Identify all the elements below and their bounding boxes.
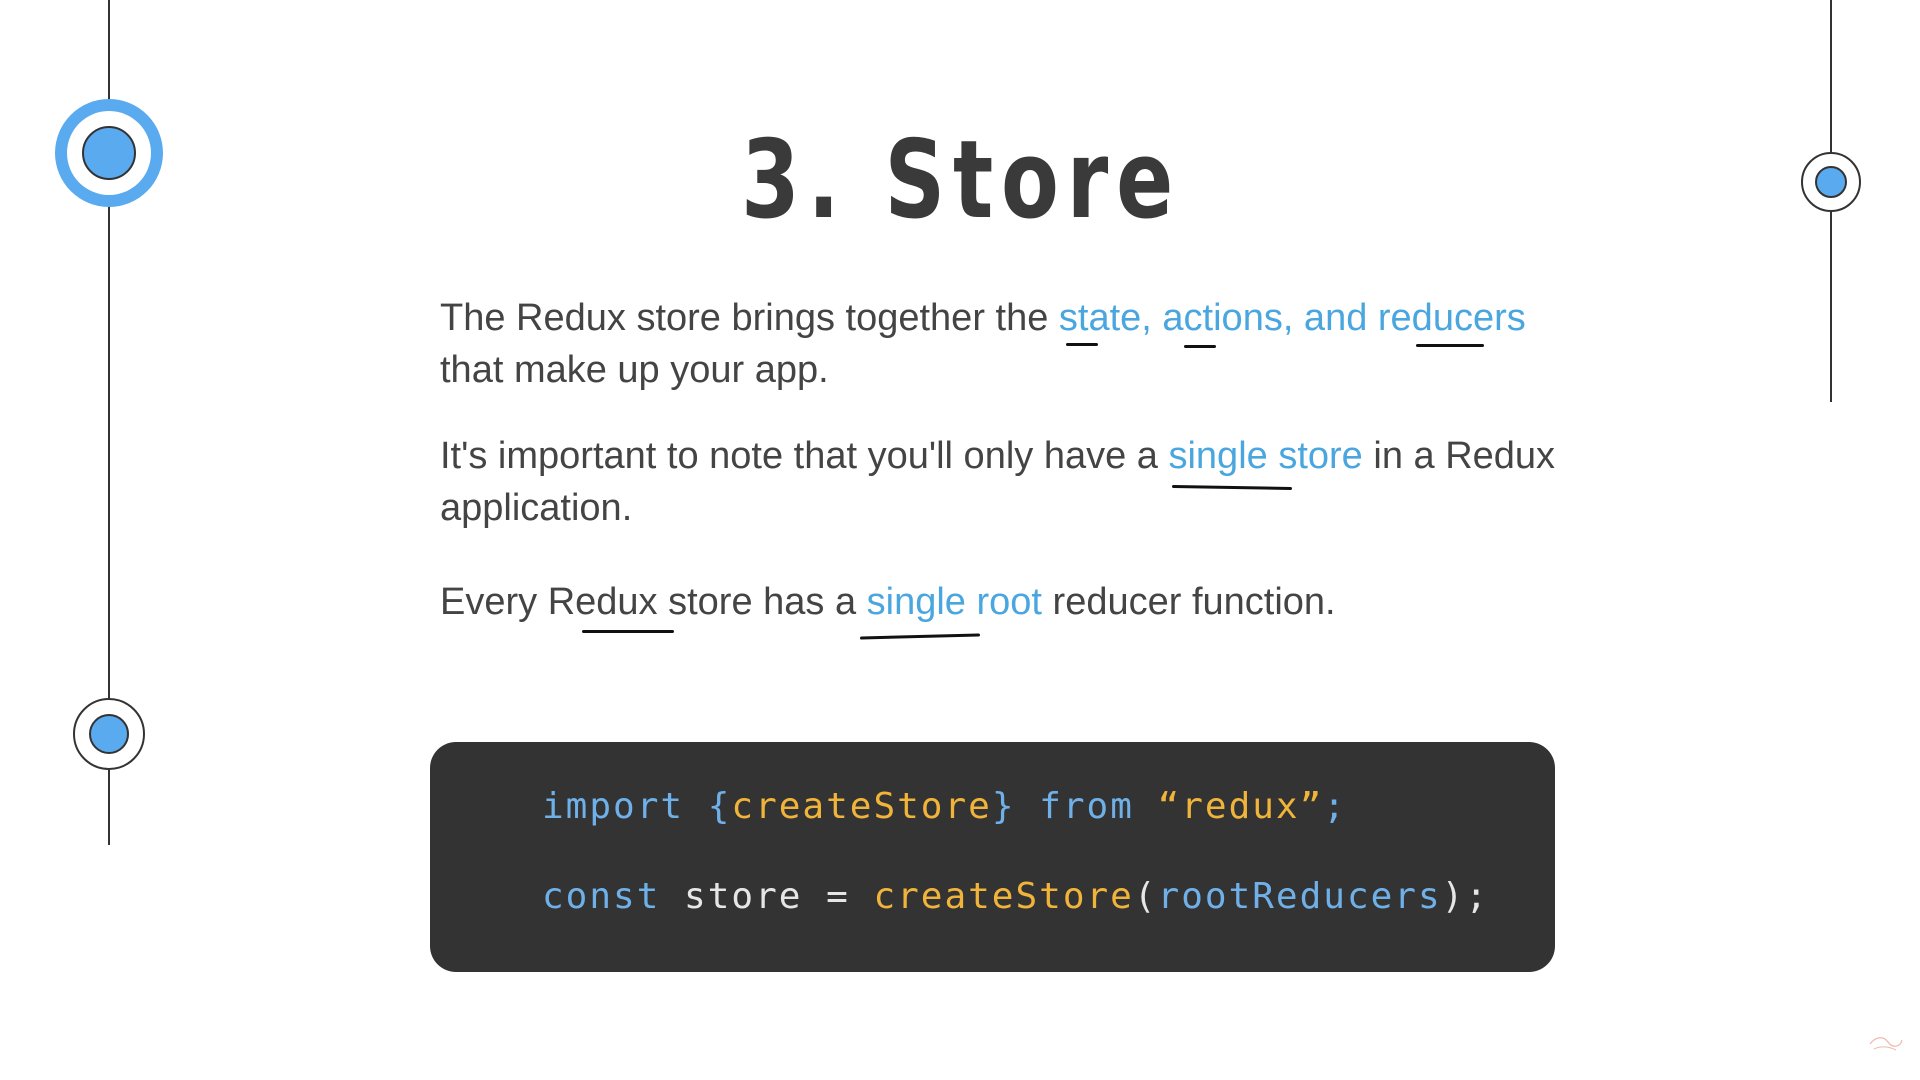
paragraph-store-overview: The Redux store brings together the stat…	[440, 292, 1526, 396]
paragraph-text: The Redux store brings together the	[440, 297, 1059, 339]
annotation-underline	[1416, 344, 1484, 347]
slide-title: 3. Store	[741, 118, 1182, 243]
paragraph-text: It's important to note that you'll only …	[440, 435, 1169, 477]
paragraph-single-store: It's important to note that you'll only …	[440, 430, 1555, 534]
paragraph-text: application.	[440, 487, 633, 529]
paragraph-root-reducer: Every Redux store has a single root redu…	[440, 576, 1336, 628]
code-function: createStore	[873, 876, 1134, 917]
code-string: “redux”	[1157, 786, 1324, 827]
code-block: import {createStore} from “redux”; const…	[430, 742, 1555, 972]
code-punctuation: }	[991, 786, 1016, 827]
paragraph-text: in a Redux	[1362, 435, 1556, 477]
code-function: createStore	[731, 786, 992, 827]
timeline-node-small-icon	[73, 698, 145, 770]
timeline-node-right-icon	[1801, 152, 1861, 212]
code-punctuation: (	[1133, 876, 1158, 917]
paragraph-text: that make up your app.	[440, 349, 829, 391]
paragraph-text: reducer function.	[1041, 581, 1336, 623]
code-keyword: import	[542, 786, 708, 827]
code-punctuation: {	[707, 786, 732, 827]
code-argument: rootReducers	[1157, 876, 1442, 917]
annotation-underline	[1184, 345, 1216, 348]
code-line-const: const store = createStore(rootReducers);	[542, 876, 1489, 917]
highlight-text: single store	[1168, 435, 1363, 477]
code-punctuation: ;	[1323, 786, 1347, 827]
timeline-node-large-icon	[55, 99, 163, 207]
annotation-underline	[582, 630, 674, 633]
code-line-import: import {createStore} from “redux”;	[542, 786, 1347, 827]
code-punctuation: );	[1441, 876, 1489, 917]
annotation-underline	[859, 633, 981, 640]
code-keyword: from	[1015, 786, 1158, 827]
code-keyword: const	[542, 876, 685, 917]
highlight-text: state, actions, and reducers	[1058, 297, 1526, 339]
slide: 3. Store The Redux store brings together…	[0, 0, 1920, 1080]
highlight-text: single root	[866, 581, 1042, 623]
paragraph-text: Every Redux store has a	[440, 581, 867, 623]
code-identifier: store =	[684, 876, 874, 917]
annotation-underline	[1066, 343, 1098, 346]
watermark-logo-icon	[1866, 1032, 1906, 1054]
